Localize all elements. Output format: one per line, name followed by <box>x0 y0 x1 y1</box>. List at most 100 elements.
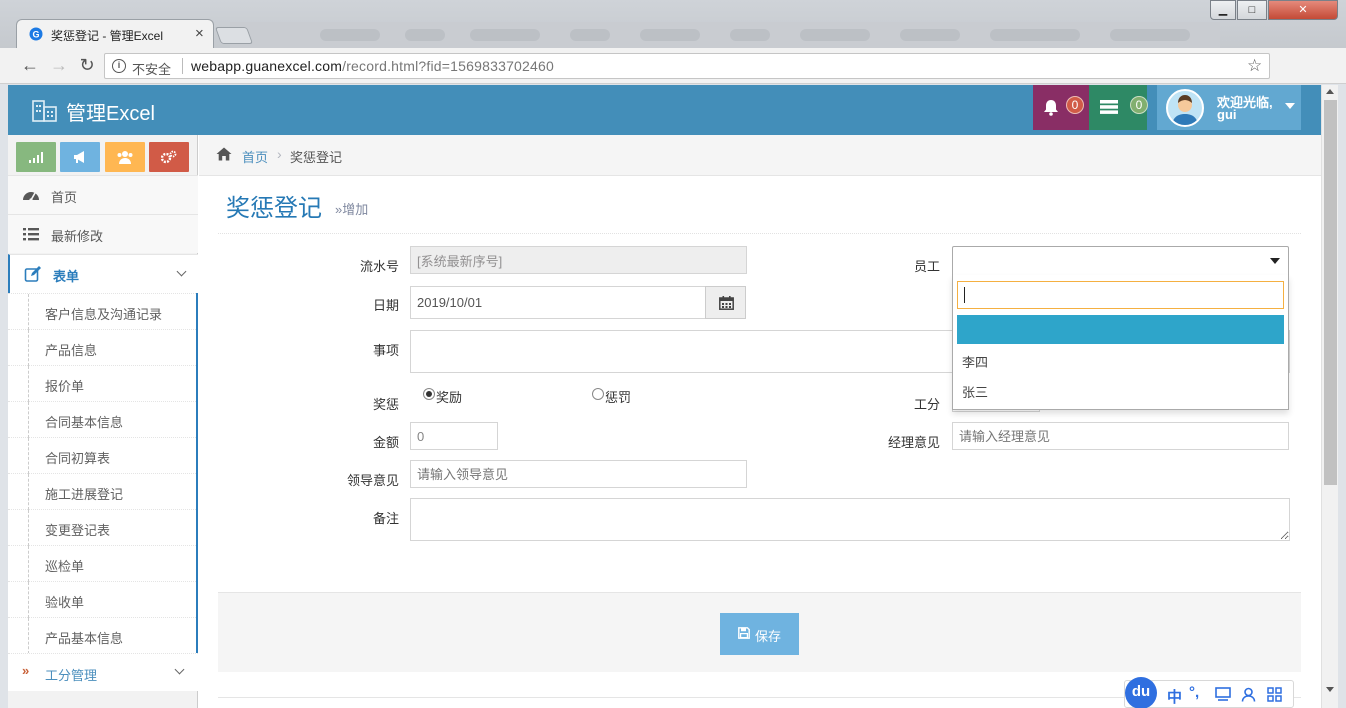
sidebar-item-recent[interactable]: 最新修改 <box>8 214 198 253</box>
punish-radio[interactable] <box>592 388 604 400</box>
notifications-badge: 0 <box>1066 96 1084 114</box>
ime-logo[interactable]: du <box>1125 677 1157 708</box>
background-window-strip <box>230 22 1220 48</box>
breadcrumb: 首页 › 奖惩登记 <box>199 135 1321 176</box>
leader-opinion-field[interactable] <box>410 460 747 488</box>
keyboard-icon[interactable] <box>1215 687 1231 702</box>
grid-icon[interactable] <box>1267 687 1282 702</box>
ime-language-toggle[interactable]: 中 <box>1167 686 1182 707</box>
sidebar-item-forms[interactable]: 表单 <box>8 254 198 293</box>
new-tab-button[interactable] <box>214 27 254 44</box>
save-button[interactable]: 保存 <box>720 613 799 655</box>
submenu-item[interactable]: 变更登记表 <box>8 509 196 546</box>
employee-option[interactable]: 李四 <box>962 352 988 371</box>
submenu-item[interactable]: 产品信息 <box>8 329 196 366</box>
pencil-square-icon <box>24 266 41 282</box>
submenu-item[interactable]: 报价单 <box>8 365 196 402</box>
page-subtitle: »增加 <box>335 202 369 217</box>
back-arrow-icon[interactable]: ← <box>18 54 42 78</box>
submenu-item[interactable]: 合同基本信息 <box>8 401 196 438</box>
forms-submenu: 客户信息及沟通记录 产品信息 报价单 合同基本信息 合同初算表 施工进展登记 变… <box>8 293 198 654</box>
sidebar-item-label: 首页 <box>51 190 78 205</box>
submenu-item[interactable]: 产品基本信息 <box>8 617 196 654</box>
date-field[interactable] <box>410 286 706 319</box>
reload-icon[interactable]: ↻ <box>75 54 99 78</box>
sidebar-item-home[interactable]: 首页 <box>8 175 198 214</box>
submenu-item[interactable]: 施工进展登记 <box>8 473 196 510</box>
manager-opinion-field[interactable] <box>952 422 1289 450</box>
reward-radio[interactable] <box>423 388 435 400</box>
building-icon <box>32 100 57 122</box>
employee-option-blank[interactable] <box>957 315 1284 344</box>
serial-label: 流水号 <box>359 259 399 274</box>
chevron-down-icon <box>174 664 185 675</box>
bookmark-star-icon[interactable]: ☆ <box>1247 56 1262 76</box>
text-cursor <box>964 287 965 303</box>
security-label: 不安全 <box>132 62 172 77</box>
main-content: 首页 › 奖惩登记 奖惩登记 »增加 流水号 日期 事项 奖惩 奖励 惩罚 <box>199 135 1321 708</box>
submenu-item-label: 合同初算表 <box>45 451 111 466</box>
window-close-button[interactable]: ✕ <box>1268 0 1338 20</box>
double-angle-right-icon: » <box>22 663 30 678</box>
shortcut-users-button[interactable] <box>105 142 145 172</box>
window-maximize-button[interactable]: □ <box>1237 0 1267 20</box>
reward-option-label[interactable]: 奖励 <box>436 387 462 406</box>
submenu-item[interactable]: 验收单 <box>8 581 196 618</box>
caret-down-icon <box>1270 258 1280 264</box>
breadcrumb-current: 奖惩登记 <box>290 150 343 165</box>
submenu-item-label: 客户信息及沟通记录 <box>45 307 163 322</box>
tasks-button[interactable]: 0 <box>1089 85 1148 130</box>
tachometer-icon <box>23 192 39 202</box>
user-icon[interactable] <box>1241 687 1256 702</box>
forward-arrow-icon[interactable]: → <box>47 54 71 78</box>
submenu-item-label: 巡检单 <box>45 559 85 574</box>
shortcut-stats-button[interactable] <box>16 142 56 172</box>
date-picker-button[interactable] <box>705 286 746 319</box>
site-favicon-icon: G <box>29 27 43 41</box>
submenu-item-label: 验收单 <box>45 595 85 610</box>
remark-field[interactable] <box>410 498 1290 541</box>
calendar-icon <box>719 296 734 310</box>
scroll-up-icon[interactable] <box>1326 89 1334 94</box>
window-minimize-button[interactable]: ▁ <box>1210 0 1236 20</box>
shortcut-settings-button[interactable] <box>149 142 189 172</box>
sidebar-item-work-points[interactable]: » 工分管理 <box>8 653 198 691</box>
sidebar-shortcuts <box>8 135 198 175</box>
users-icon <box>117 151 133 164</box>
bell-icon <box>1044 100 1058 116</box>
address-separator <box>182 58 183 74</box>
employee-option[interactable]: 张三 <box>962 382 988 401</box>
submenu-item-label: 报价单 <box>45 379 85 394</box>
url-path: /record.html?fid=1569833702460 <box>342 58 554 74</box>
notifications-button[interactable]: 0 <box>1033 85 1089 130</box>
employee-select[interactable] <box>952 246 1289 276</box>
sidebar: 首页 最新修改 表单 客户信息及沟通记录 产品信息 报价单 合同基本信息 合同初… <box>8 135 198 708</box>
address-bar[interactable]: i 不安全 webapp.guanexcel.com/record.html?f… <box>104 53 1270 79</box>
submenu-item[interactable]: 合同初算表 <box>8 437 196 474</box>
sidebar-item-label: 表单 <box>53 269 80 284</box>
ime-punctuation-toggle[interactable]: °, <box>1189 684 1199 701</box>
form-actions: 保存 <box>218 592 1301 672</box>
background-chip <box>990 29 1080 41</box>
scroll-thumb[interactable] <box>1324 100 1337 485</box>
amount-label: 金额 <box>372 435 399 450</box>
bullhorn-icon <box>74 151 84 163</box>
tab-close-icon[interactable]: × <box>195 25 204 42</box>
background-chip <box>1110 29 1190 41</box>
submenu-item[interactable]: 客户信息及沟通记录 <box>8 293 196 330</box>
leader-opinion-label: 领导意见 <box>346 473 399 488</box>
employee-search-input[interactable] <box>957 281 1284 309</box>
page-scrollbar[interactable] <box>1321 85 1338 708</box>
serial-field[interactable] <box>410 246 747 274</box>
info-icon[interactable]: i <box>112 59 126 73</box>
breadcrumb-home-link[interactable]: 首页 <box>242 147 268 166</box>
shortcut-announce-button[interactable] <box>60 142 100 172</box>
cogs-icon <box>161 150 177 164</box>
user-menu[interactable]: 欢迎光临, gui <box>1157 85 1301 130</box>
amount-field[interactable] <box>410 422 498 450</box>
submenu-item[interactable]: 巡检单 <box>8 545 196 582</box>
scroll-down-icon[interactable] <box>1326 687 1334 692</box>
brand-name[interactable]: 管理Excel <box>66 97 155 126</box>
punish-option-label[interactable]: 惩罚 <box>605 387 631 406</box>
browser-tab-active[interactable]: G 奖惩登记 - 管理Excel × <box>16 19 214 48</box>
